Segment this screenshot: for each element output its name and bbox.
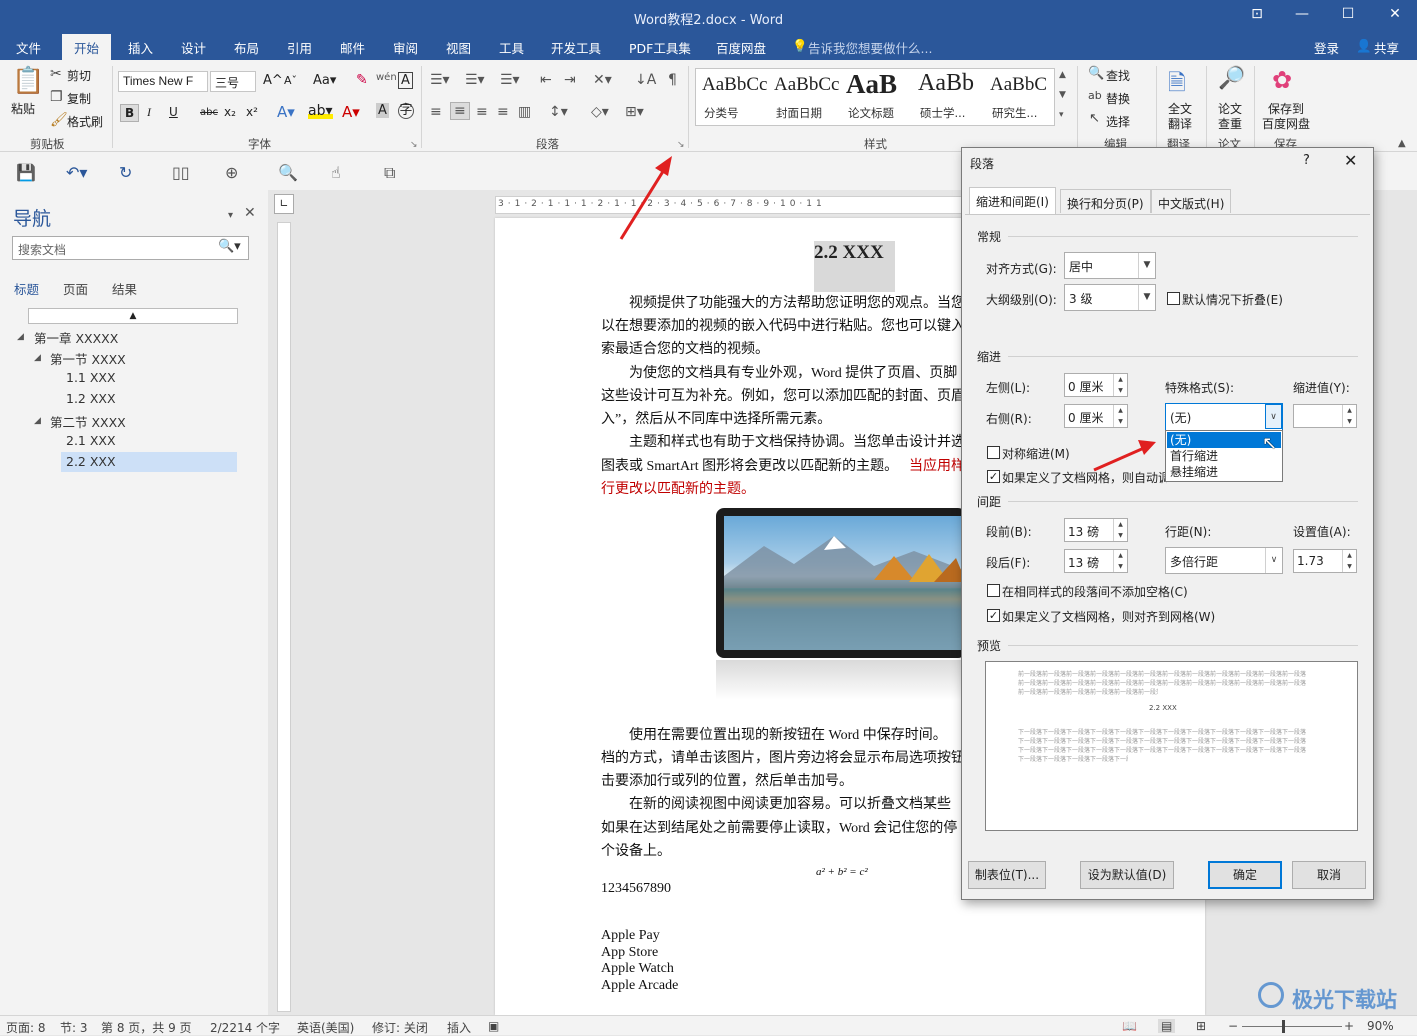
zoom-slider[interactable] xyxy=(1242,1026,1342,1027)
status-section[interactable]: 节: 3 xyxy=(60,1019,88,1036)
annotation-arrows xyxy=(619,156,1156,472)
watermark-logo xyxy=(1258,982,1284,1008)
red-arrow-line xyxy=(1093,446,1145,472)
status-bar: 页面: 8 节: 3 第 8 页，共 9 页 2/2214 个字 英语(美国) … xyxy=(0,1015,1417,1035)
status-language[interactable]: 英语(美国) xyxy=(297,1019,354,1036)
read-mode-icon[interactable]: 📖 xyxy=(1122,1019,1137,1033)
zoom-level[interactable]: 90% xyxy=(1367,1019,1394,1033)
zoom-out-icon[interactable]: − xyxy=(1228,1019,1238,1033)
zoom-in-icon[interactable]: + xyxy=(1344,1019,1354,1033)
macro-record-icon[interactable]: ▣ xyxy=(488,1019,499,1033)
status-page-of[interactable]: 第 8 页，共 9 页 xyxy=(101,1019,192,1036)
web-layout-view-icon[interactable]: ⊞ xyxy=(1196,1019,1206,1033)
status-page[interactable]: 页面: 8 xyxy=(6,1019,46,1036)
status-insert-mode[interactable]: 插入 xyxy=(447,1019,471,1036)
red-arrow-head xyxy=(655,156,672,176)
watermark-text: 极光下载站 xyxy=(1292,988,1397,1012)
status-words[interactable]: 2/2214 个字 xyxy=(210,1019,280,1036)
red-arrow-head xyxy=(1138,440,1156,455)
print-layout-icon[interactable]: ▤ xyxy=(1158,1019,1176,1033)
status-track-changes[interactable]: 修订: 关闭 xyxy=(372,1019,428,1036)
zoom-slider-thumb[interactable] xyxy=(1282,1020,1285,1033)
red-arrow-line xyxy=(619,164,669,240)
